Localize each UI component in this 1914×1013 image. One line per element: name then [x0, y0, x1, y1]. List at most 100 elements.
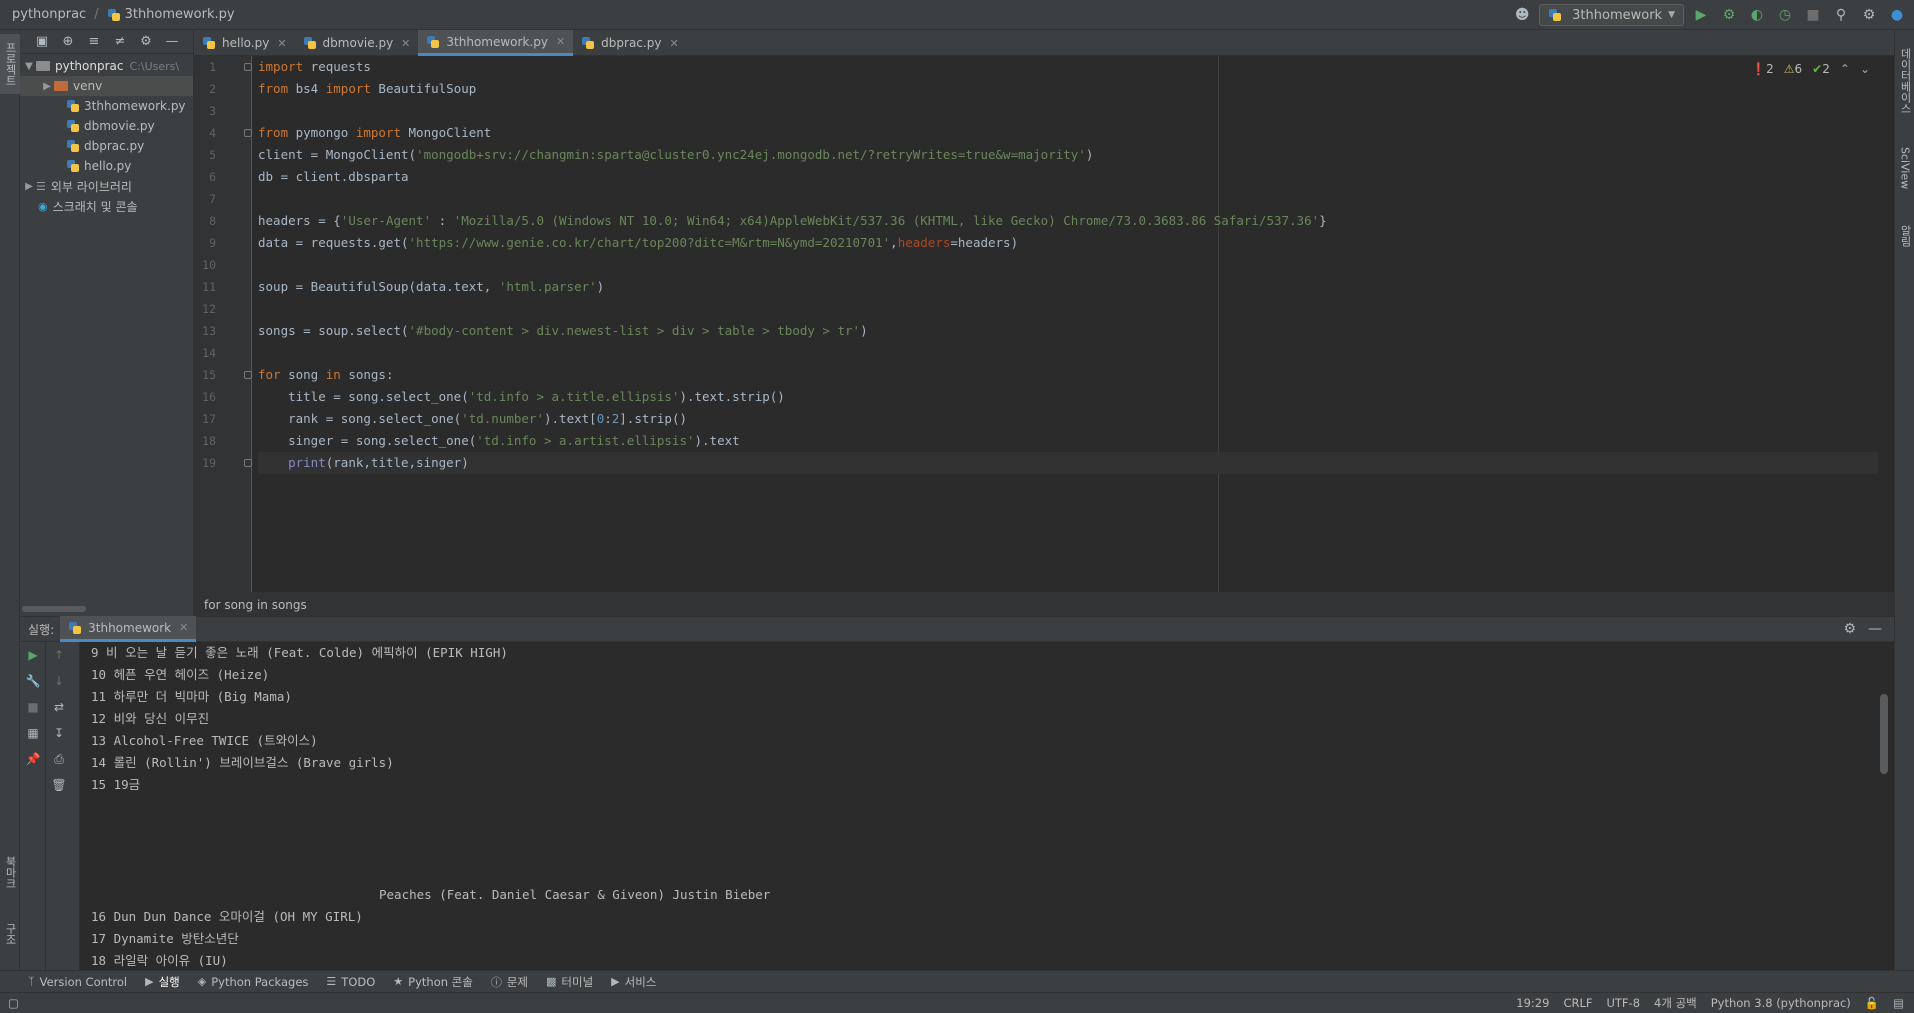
code-line[interactable]: soup = BeautifulSoup(data.text, 'html.pa… [258, 276, 1878, 298]
line-number[interactable]: 7 [194, 188, 216, 210]
caret-position[interactable]: 19:29 [1516, 996, 1549, 1010]
typo-count[interactable]: ✔2 [1812, 62, 1830, 76]
tool-tab-python-console[interactable]: ★ Python 콘솔 [393, 974, 473, 990]
problems-indicator[interactable]: ❗2 ⚠6 ✔2 ⌃ ⌄ [1751, 62, 1870, 76]
line-number[interactable]: 8 [194, 210, 216, 232]
tool-tab-run[interactable]: ▶ 실행 [145, 974, 180, 990]
tree-scratches[interactable]: ◉ 스크래치 및 콘솔 [20, 196, 193, 216]
console-output[interactable]: 9 비 오는 날 듣기 좋은 노래 (Feat. Colde) 에픽하이 (EP… [80, 642, 1894, 970]
print-icon[interactable]: ⎙ [46, 746, 72, 772]
memory-icon[interactable]: ▤ [1893, 996, 1904, 1010]
code-line[interactable]: singer = song.select_one('td.info > a.ar… [258, 430, 1878, 452]
notifications-tool-tab[interactable]: 알림 [1895, 216, 1914, 256]
console-scrollbar[interactable] [1880, 694, 1888, 774]
line-number[interactable]: 6 [194, 166, 216, 188]
run-tab[interactable]: 3thhomework ✕ [60, 616, 197, 642]
close-icon[interactable]: ✕ [277, 37, 286, 50]
code-line[interactable]: ​ [258, 100, 1878, 122]
tree-external-libraries[interactable]: ▶ ☰ 외부 라이브러리 [20, 176, 193, 196]
arrow-down-icon[interactable]: ↓ [46, 668, 72, 694]
interpreter[interactable]: Python 3.8 (pythonprac) [1711, 996, 1851, 1010]
wrench-icon[interactable]: 🔧 [20, 668, 46, 694]
code-area[interactable]: import requests from bs4 import Beautiful… [258, 56, 1878, 474]
fold-icon[interactable] [244, 459, 252, 467]
collapse-all-icon[interactable]: ≠ [112, 34, 128, 49]
coverage-icon[interactable]: ◐ [1746, 4, 1768, 26]
project-horizontal-scrollbar[interactable] [22, 606, 86, 612]
tool-tab-terminal[interactable]: ▩ 터미널 [546, 974, 593, 990]
expand-all-icon[interactable]: ≡ [86, 34, 102, 49]
stop-icon[interactable]: ■ [20, 694, 46, 720]
chevron-down-icon[interactable]: ⌄ [1860, 62, 1870, 76]
database-tool-tab[interactable]: 데이터베이스 [1895, 36, 1914, 126]
jetbrains-icon[interactable]: ● [1886, 4, 1908, 26]
code-line[interactable]: ​ [258, 342, 1878, 364]
code-editor[interactable]: 1 2 3 4 5 6 7 8 9 10 11 12 13 14 15 16 17 18 19 import req… [194, 56, 1894, 592]
tab-3thhomework[interactable]: 3thhomework.py ✕ [418, 30, 574, 56]
tree-root[interactable]: ▼ pythonprac C:\Users\ [20, 56, 193, 76]
code-breadcrumb[interactable]: for song in songs [194, 592, 1894, 616]
profile-icon[interactable]: ◷ [1774, 4, 1796, 26]
pin-icon[interactable]: 📌 [20, 746, 46, 772]
error-count[interactable]: ❗2 [1751, 62, 1774, 76]
close-icon[interactable]: ✕ [179, 621, 188, 634]
arrow-up-icon[interactable]: ↑ [46, 642, 72, 668]
fold-icon[interactable] [244, 371, 252, 379]
file-encoding[interactable]: UTF-8 [1606, 996, 1640, 1010]
code-line[interactable]: headers = {'User-Agent' : 'Mozilla/5.0 (… [258, 210, 1878, 232]
code-line[interactable]: ​ [258, 254, 1878, 276]
line-number[interactable]: 3 [194, 100, 216, 122]
gear-icon[interactable]: ⚙ [1843, 621, 1856, 637]
line-number[interactable]: 9 [194, 232, 216, 254]
code-line[interactable]: from bs4 import BeautifulSoup [258, 78, 1878, 100]
code-line[interactable]: import requests [258, 56, 1878, 78]
code-line[interactable]: rank = song.select_one('td.number').text… [258, 408, 1878, 430]
toggle-tool-windows-icon[interactable]: ▢ [0, 996, 19, 1010]
run-icon[interactable]: ▶ [1690, 4, 1712, 26]
code-line[interactable]: ​ [258, 188, 1878, 210]
locate-icon[interactable]: ⊕ [60, 34, 76, 49]
line-number[interactable]: 5 [194, 144, 216, 166]
line-number[interactable]: 14 [194, 342, 216, 364]
code-line[interactable]: from pymongo import MongoClient [258, 122, 1878, 144]
gear-icon[interactable]: ⚙ [138, 34, 154, 49]
fold-icon[interactable] [244, 129, 252, 137]
indent-setting[interactable]: 4개 공백 [1654, 995, 1697, 1011]
user-icon[interactable]: ☻ [1511, 4, 1533, 26]
trash-icon[interactable]: 🗑 [46, 772, 72, 798]
tab-hello[interactable]: hello.py ✕ [194, 30, 295, 56]
code-line[interactable]: for song in songs: [258, 364, 1878, 386]
tree-item-dbmovie[interactable]: dbmovie.py [20, 116, 193, 136]
hide-icon[interactable]: — [164, 34, 180, 49]
line-number[interactable]: 12 [194, 298, 216, 320]
rerun-icon[interactable]: ▶ [20, 642, 46, 668]
code-line[interactable]: ​ [258, 298, 1878, 320]
code-line[interactable]: title = song.select_one('td.info > a.tit… [258, 386, 1878, 408]
project-view-icon[interactable]: ▣ [34, 34, 50, 49]
line-number[interactable]: 17 [194, 408, 216, 430]
line-number[interactable]: 13 [194, 320, 216, 342]
tool-tab-todo[interactable]: ☰ TODO [326, 975, 375, 989]
line-number[interactable]: 19 [194, 452, 216, 474]
tree-item-hello[interactable]: hello.py [20, 156, 193, 176]
line-number[interactable]: 15 [194, 364, 216, 386]
tab-dbmovie[interactable]: dbmovie.py ✕ [295, 30, 419, 56]
tool-tab-problems[interactable]: ⓘ 문제 [491, 974, 528, 990]
code-line[interactable]: print(rank,title,singer) [258, 452, 1878, 474]
warning-count[interactable]: ⚠6 [1784, 62, 1802, 76]
hide-icon[interactable]: — [1868, 621, 1882, 637]
breadcrumb-item[interactable]: for song in songs [204, 598, 307, 612]
nav-project[interactable]: pythonprac [12, 7, 86, 22]
chevron-up-icon[interactable]: ⌃ [1840, 62, 1850, 76]
code-line[interactable]: songs = soup.select('#body-content > div… [258, 320, 1878, 342]
project-tool-tab[interactable]: 프로젝트 [0, 34, 20, 94]
chevron-right-icon[interactable]: ▶ [40, 81, 54, 92]
code-line[interactable]: db = client.dbsparta [258, 166, 1878, 188]
line-number[interactable]: 11 [194, 276, 216, 298]
tree-item-3thhomework[interactable]: 3thhomework.py [20, 96, 193, 116]
lock-icon[interactable]: 🔓 [1865, 996, 1879, 1010]
debug-icon[interactable]: ⚙ [1718, 4, 1740, 26]
search-icon[interactable]: ⚲ [1830, 4, 1852, 26]
line-number[interactable]: 1 [194, 56, 216, 78]
chevron-right-icon[interactable]: ▶ [22, 181, 36, 192]
